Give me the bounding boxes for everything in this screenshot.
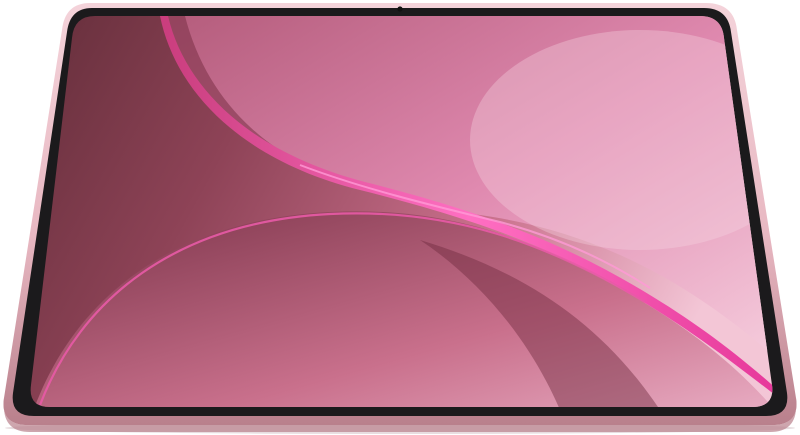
- front-camera: [397, 6, 403, 12]
- tablet-device: [3, 3, 797, 434]
- tablet-photo: [0, 0, 800, 435]
- wallpaper: [30, 16, 773, 407]
